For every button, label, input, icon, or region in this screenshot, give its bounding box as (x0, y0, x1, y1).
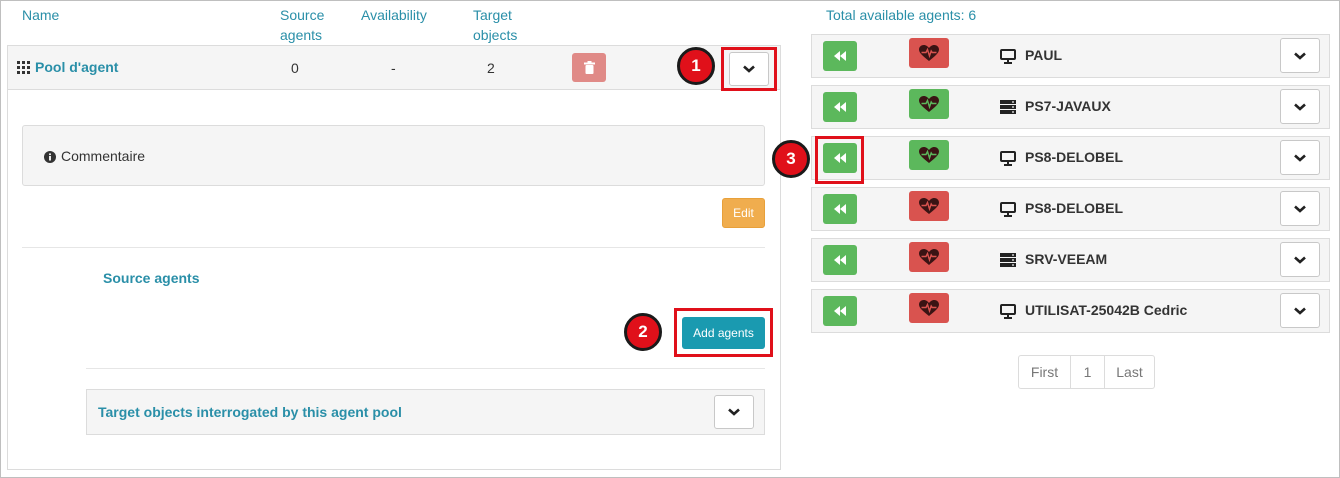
col-header-source-line1: Source (280, 7, 325, 23)
agent-health-status (909, 191, 949, 221)
server-icon (1000, 100, 1018, 116)
assign-agent-button[interactable] (823, 296, 857, 326)
trash-icon (583, 61, 595, 74)
highlight-box-3 (815, 136, 864, 184)
comment-label: Commentaire (61, 148, 146, 164)
agent-health-status (909, 140, 949, 170)
assign-agent-button[interactable] (823, 41, 857, 71)
info-icon (44, 150, 56, 163)
chevron-down-icon (1294, 205, 1306, 213)
monitor-icon (1000, 49, 1018, 65)
add-agents-button[interactable]: Add agents (682, 317, 765, 349)
callout-1: 1 (677, 47, 715, 85)
agent-expand-button[interactable] (1280, 293, 1320, 328)
chevron-down-icon (1294, 103, 1306, 111)
col-header-availability: Availability (361, 7, 427, 23)
agent-expand-button[interactable] (1280, 191, 1320, 226)
chevron-down-icon (1294, 154, 1306, 162)
col-header-target-line2: objects (473, 27, 518, 43)
col-header-name: Name (22, 7, 60, 23)
delete-pool-button[interactable] (572, 53, 606, 82)
chevron-down-icon (1294, 256, 1306, 264)
total-agents-label: Total available agents: 6 (826, 7, 977, 23)
double-arrow-left-icon (834, 255, 846, 265)
monitor-icon (1000, 151, 1018, 167)
agent-row: PS8-DELOBEL (811, 187, 1330, 231)
agent-expand-button[interactable] (1280, 89, 1320, 124)
agent-health-status (909, 293, 949, 323)
pagination-first[interactable]: First (1018, 355, 1071, 389)
agent-row: UTILISAT-25042B Cedric (811, 289, 1330, 333)
monitor-icon (1000, 202, 1018, 218)
double-arrow-left-icon (834, 51, 846, 61)
heart-pulse-icon (919, 248, 939, 265)
pool-name-link[interactable]: Pool d'agent (35, 59, 118, 75)
assign-agent-button[interactable] (823, 92, 857, 122)
agent-expand-button[interactable] (1280, 140, 1320, 175)
double-arrow-left-icon (834, 306, 846, 316)
col-header-source-agents: Source agents (280, 5, 324, 45)
monitor-icon (1000, 304, 1018, 320)
double-arrow-left-icon (834, 204, 846, 214)
agent-row: PS7-JAVAUX (811, 85, 1330, 129)
agent-row: PS8-DELOBEL (811, 136, 1330, 180)
agent-health-status (909, 242, 949, 272)
chevron-down-icon (1294, 52, 1306, 60)
assign-agent-button[interactable] (823, 194, 857, 224)
pool-availability: - (391, 60, 396, 76)
heart-pulse-icon (919, 95, 939, 112)
assign-agent-button[interactable] (823, 245, 857, 275)
pool-target-count: 2 (487, 60, 495, 76)
heart-pulse-icon (919, 44, 939, 61)
pagination-last[interactable]: Last (1104, 355, 1155, 389)
heart-pulse-icon (919, 146, 939, 163)
pool-expand-button[interactable] (729, 52, 769, 86)
chevron-down-icon (1294, 307, 1306, 315)
agent-row: PAUL (811, 34, 1330, 78)
grid-icon (17, 61, 30, 74)
pagination-page-1[interactable]: 1 (1070, 355, 1105, 389)
divider (22, 247, 765, 248)
agent-name: PS7-JAVAUX (1025, 98, 1111, 114)
server-icon (1000, 253, 1018, 269)
col-header-target-objects: Target objects (473, 5, 517, 45)
agent-name: PAUL (1025, 47, 1063, 63)
heart-pulse-icon (919, 299, 939, 316)
agent-health-status (909, 89, 949, 119)
agent-name: PS8-DELOBEL (1025, 149, 1124, 165)
chevron-down-icon (743, 65, 755, 73)
col-header-target-line1: Target (473, 7, 512, 23)
target-objects-expand-button[interactable] (714, 395, 754, 429)
callout-3: 3 (772, 140, 810, 178)
pool-source-count: 0 (291, 60, 299, 76)
target-objects-title: Target objects interrogated by this agen… (98, 404, 402, 420)
agent-name: SRV-VEEAM (1025, 251, 1108, 267)
heart-pulse-icon (919, 197, 939, 214)
agent-health-status (909, 38, 949, 68)
agent-row: SRV-VEEAM (811, 238, 1330, 282)
callout-2: 2 (624, 313, 662, 351)
chevron-down-icon (728, 408, 740, 416)
edit-button[interactable]: Edit (722, 198, 765, 228)
col-header-source-line2: agents (280, 27, 323, 43)
agent-expand-button[interactable] (1280, 38, 1320, 73)
divider (86, 368, 765, 369)
agent-expand-button[interactable] (1280, 242, 1320, 277)
source-agents-title: Source agents (103, 270, 200, 286)
double-arrow-left-icon (834, 102, 846, 112)
agent-name: UTILISAT-25042B Cedric (1025, 302, 1188, 318)
agent-name: PS8-DELOBEL (1025, 200, 1124, 216)
